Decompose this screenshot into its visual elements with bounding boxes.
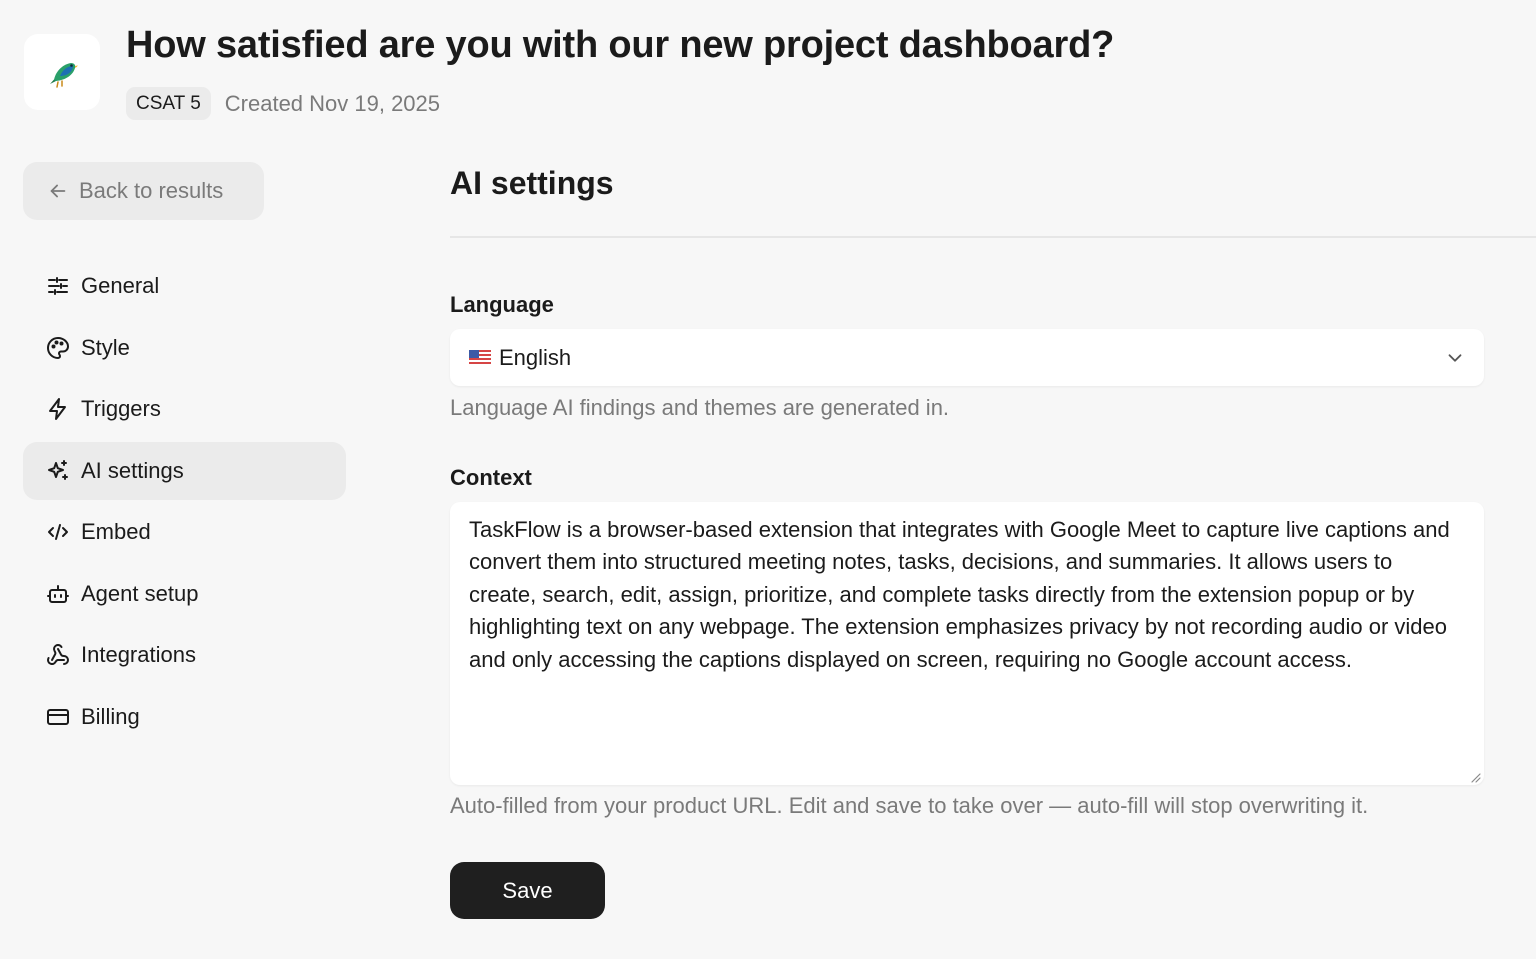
back-to-results-label: Back to results [79,178,224,203]
nav-item-ai-settings[interactable]: AI settings [23,441,346,500]
resize-handle-icon[interactable] [1469,770,1481,788]
webhook-icon [45,642,71,668]
save-button[interactable]: Save [450,862,605,919]
language-help-text: Language AI findings and themes are gene… [450,395,950,420]
nav-item-label: Agent setup [81,580,199,606]
robot-icon [45,581,71,607]
context-label: Context [450,465,532,490]
app-logo [24,34,100,110]
nav-item-label: AI settings [81,457,184,483]
nav-item-label: Integrations [81,642,196,667]
nav-item-triggers[interactable]: Triggers [23,380,346,438]
arrow-left-icon [50,184,66,198]
lightning-icon [45,396,71,422]
nav-item-agent-setup[interactable]: Agent setup [23,565,346,623]
back-to-results-button[interactable]: Back to results [23,162,264,220]
sliders-icon [45,273,71,299]
language-label: Language [450,292,554,317]
nav-item-label: Triggers [81,396,161,421]
nav-item-label: Billing [81,703,140,729]
language-select[interactable]: English [450,329,1484,386]
palette-icon [45,335,71,361]
language-value: English [499,344,572,370]
chevron-down-icon [1444,347,1466,369]
created-date: Created Nov 19, 2025 [224,90,441,116]
nav-item-embed[interactable]: Embed [23,503,346,561]
sparkles-icon [45,458,71,484]
settings-nav: General Style Triggers AI settings Embed… [23,257,346,749]
context-help-text: Auto-filled from your product URL. Edit … [450,793,1369,818]
nav-item-general[interactable]: General [23,257,346,315]
survey-type-badge: CSAT 5 [126,87,211,120]
nav-item-style[interactable]: Style [23,319,346,377]
section-divider [450,236,1536,238]
page-title: How satisfied are you with our new proje… [126,24,1115,66]
context-textarea[interactable]: TaskFlow is a browser-based extension th… [450,502,1484,785]
nav-item-label: Style [81,334,130,360]
code-icon [45,519,71,545]
survey-meta: CSAT 5 Created Nov 19, 2025 [126,87,440,120]
nav-item-billing[interactable]: Billing [23,688,346,746]
nav-item-integrations[interactable]: Integrations [23,626,346,684]
us-flag-icon [469,350,491,365]
nav-item-label: General [81,273,160,298]
bird-logo-icon [50,63,78,88]
credit-card-icon [45,704,71,730]
save-button-label: Save [502,877,553,903]
nav-item-label: Embed [81,519,151,544]
section-title: AI settings [450,165,614,201]
